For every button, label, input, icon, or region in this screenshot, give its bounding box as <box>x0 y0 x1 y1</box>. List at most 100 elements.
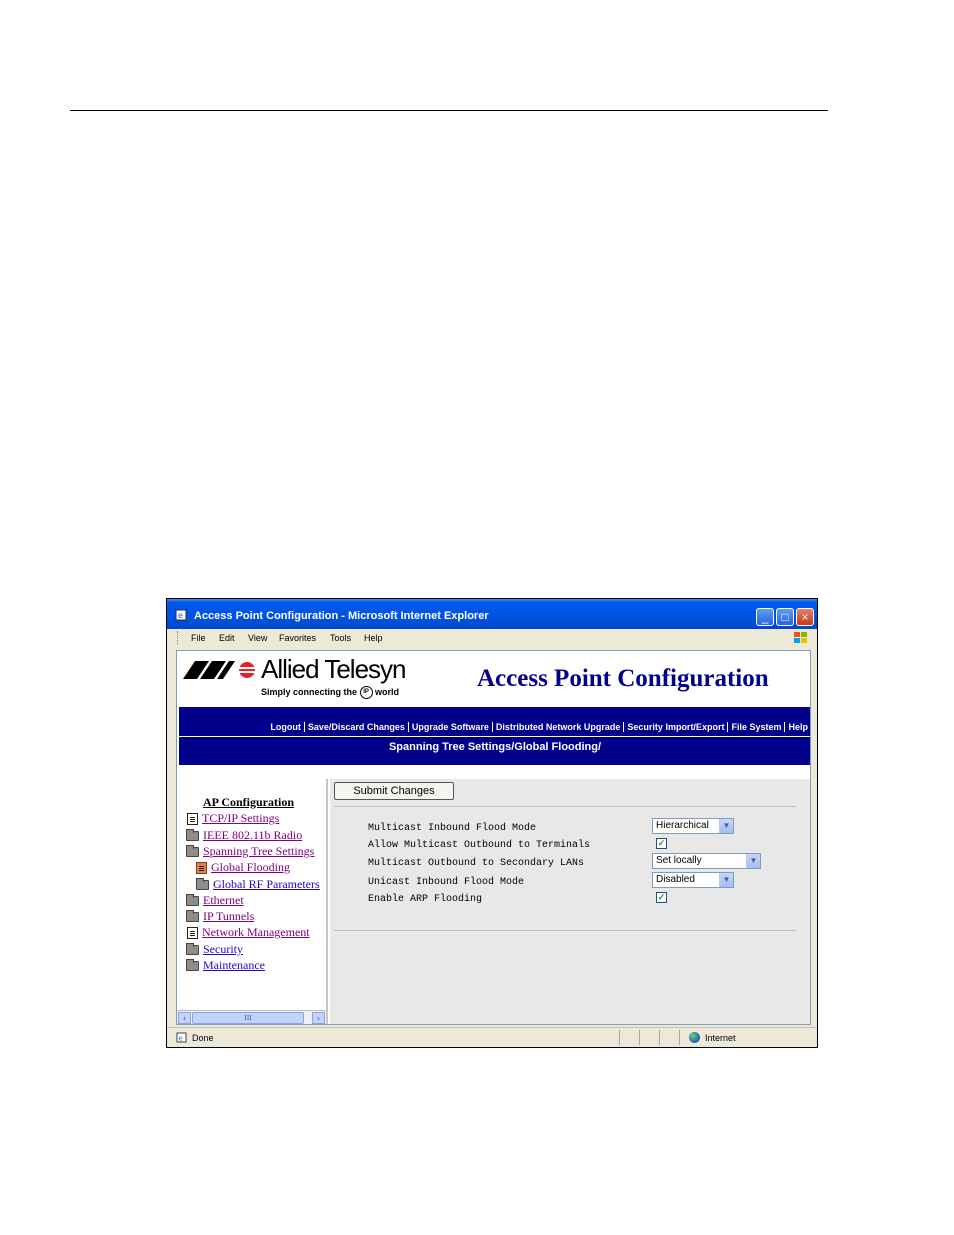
internet-globe-icon <box>689 1032 700 1043</box>
tree-horizontal-scrollbar[interactable]: ‹ III › <box>177 1010 326 1024</box>
tagline-text-after: world <box>375 686 400 697</box>
setting-label-unicast-inbound: Unicast Inbound Flood Mode <box>368 877 525 888</box>
status-bar: e Done Internet <box>167 1027 817 1047</box>
page-done-icon: e <box>176 1032 187 1043</box>
folder-icon <box>196 877 209 890</box>
tree-item-label[interactable]: Network Management <box>202 925 310 940</box>
page-content: Allied Telesyn Simply connecting the IP … <box>176 650 811 1025</box>
tree-item-label[interactable]: Security <box>203 942 243 957</box>
tree-item-label[interactable]: Spanning Tree Settings <box>203 844 314 859</box>
tree-item-label[interactable]: Global Flooding <box>211 860 290 875</box>
status-divider <box>679 1030 680 1045</box>
tree-item-spanning-tree[interactable]: Spanning Tree Settings <box>186 844 314 859</box>
enable-arp-flooding-checkbox[interactable]: ✓ <box>656 892 667 903</box>
top-divider <box>334 806 796 807</box>
menu-tools[interactable]: Tools <box>330 633 351 643</box>
submit-changes-button[interactable]: Submit Changes <box>334 782 454 800</box>
scroll-left-button[interactable]: ‹ <box>178 1012 191 1024</box>
allow-multicast-outbound-checkbox[interactable]: ✓ <box>656 838 667 849</box>
minimize-button[interactable]: _ <box>756 608 774 626</box>
tree-item-label[interactable]: IP Tunnels <box>203 909 254 924</box>
company-tagline: Simply connecting the IP world <box>261 686 399 699</box>
menu-edit[interactable]: Edit <box>219 633 235 643</box>
setting-label-multicast-outbound-secondary: Multicast Outbound to Secondary LANs <box>368 858 585 869</box>
status-divider <box>619 1030 620 1045</box>
tree-heading[interactable]: AP Configuration <box>203 795 294 810</box>
page-top-rule <box>70 110 828 111</box>
menu-file[interactable]: File <box>191 633 206 643</box>
tree-item-global-rf[interactable]: Global RF Parameters <box>196 877 320 892</box>
checkmark-icon: ✓ <box>657 838 666 848</box>
close-icon: × <box>801 610 809 624</box>
nav-divider <box>179 736 810 737</box>
title-bar[interactable]: e Access Point Configuration - Microsoft… <box>167 599 817 629</box>
tree-item-network-management[interactable]: Network Management <box>187 925 310 940</box>
folder-icon <box>186 893 199 906</box>
unicast-inbound-select[interactable]: Disabled ▼ <box>652 872 734 888</box>
tree-item-label[interactable]: IEEE 802.11b Radio <box>203 828 302 843</box>
nav-upgrade-software[interactable]: Upgrade Software <box>407 722 492 732</box>
tree-item-security[interactable]: Security <box>186 942 243 957</box>
tree-item-radio[interactable]: IEEE 802.11b Radio <box>186 828 302 843</box>
settings-panel: Submit Changes Multicast Inbound Flood M… <box>330 779 810 1024</box>
document-icon <box>187 812 198 825</box>
folder-icon <box>186 942 199 955</box>
select-value: Disabled <box>656 874 695 885</box>
close-button[interactable]: × <box>796 608 814 626</box>
bottom-divider <box>334 930 796 931</box>
status-divider <box>639 1030 640 1045</box>
nav-security-import-export[interactable]: Security Import/Export <box>623 722 727 732</box>
multicast-inbound-select[interactable]: Hierarchical ▼ <box>652 818 734 834</box>
tree-item-label[interactable]: Global RF Parameters <box>213 877 320 892</box>
setting-label-allow-multicast-outbound: Allow Multicast Outbound to Terminals <box>368 840 591 851</box>
dropdown-arrow-icon: ▼ <box>746 854 760 868</box>
checkmark-icon: ✓ <box>657 892 666 902</box>
page-title: Access Point Configuration <box>477 665 769 692</box>
folder-icon <box>186 958 199 971</box>
menu-bar: File Edit View Favorites Tools Help <box>167 629 817 647</box>
tree-item-label[interactable]: TCP/IP Settings <box>202 811 279 826</box>
company-name: Allied Telesyn <box>261 654 407 684</box>
tree-item-maintenance[interactable]: Maintenance <box>186 958 265 973</box>
top-navigation: Logout Save/Discard Changes Upgrade Softwa… <box>179 707 810 765</box>
multicast-outbound-secondary-select[interactable]: Set locally ▼ <box>652 853 761 869</box>
nav-links: Logout Save/Discard Changes Upgrade Softwa… <box>179 722 810 736</box>
tree-item-label[interactable]: Ethernet <box>203 893 244 908</box>
tree-item-ip-tunnels[interactable]: IP Tunnels <box>186 909 254 924</box>
tree-item-global-flooding[interactable]: Global Flooding <box>196 860 290 875</box>
folder-icon <box>186 909 199 922</box>
nav-distributed-upgrade[interactable]: Distributed Network Upgrade <box>491 722 624 732</box>
svg-text:e: e <box>179 1035 183 1043</box>
scroll-right-button[interactable]: › <box>312 1012 325 1024</box>
nav-file-system[interactable]: File System <box>727 722 784 732</box>
windows-logo-icon <box>794 632 807 643</box>
menu-help[interactable]: Help <box>364 633 383 643</box>
menu-view[interactable]: View <box>248 633 267 643</box>
menu-favorites[interactable]: Favorites <box>279 633 316 643</box>
security-zone: Internet <box>705 1033 736 1043</box>
dropdown-arrow-icon: ▼ <box>719 819 733 833</box>
scroll-thumb[interactable]: III <box>192 1012 304 1024</box>
header-banner: Allied Telesyn Simply connecting the IP … <box>177 651 810 707</box>
navigation-tree: AP Configuration TCP/IP Settings IEEE 80… <box>177 779 328 1024</box>
svg-text:e: e <box>178 611 183 620</box>
tree-item-ethernet[interactable]: Ethernet <box>186 893 244 908</box>
maximize-icon: □ <box>781 610 789 624</box>
setting-label-multicast-inbound: Multicast Inbound Flood Mode <box>368 823 537 834</box>
nav-help[interactable]: Help <box>784 722 810 732</box>
document-icon <box>187 926 198 939</box>
window-title: Access Point Configuration - Microsoft I… <box>194 610 489 622</box>
select-value: Hierarchical <box>656 820 709 831</box>
tree-item-label[interactable]: Maintenance <box>203 958 265 973</box>
nav-save-discard[interactable]: Save/Discard Changes <box>303 722 408 732</box>
tree-item-tcpip[interactable]: TCP/IP Settings <box>187 811 279 826</box>
toolbar-grip[interactable] <box>177 631 180 645</box>
nav-logout[interactable]: Logout <box>267 722 304 732</box>
dropdown-arrow-icon: ▼ <box>719 873 733 887</box>
status-divider <box>659 1030 660 1045</box>
folder-icon <box>186 828 199 841</box>
minimize-icon: _ <box>761 610 769 624</box>
maximize-button[interactable]: □ <box>776 608 794 626</box>
chevron-right-icon: › <box>317 1013 320 1023</box>
open-folder-icon <box>186 844 199 857</box>
